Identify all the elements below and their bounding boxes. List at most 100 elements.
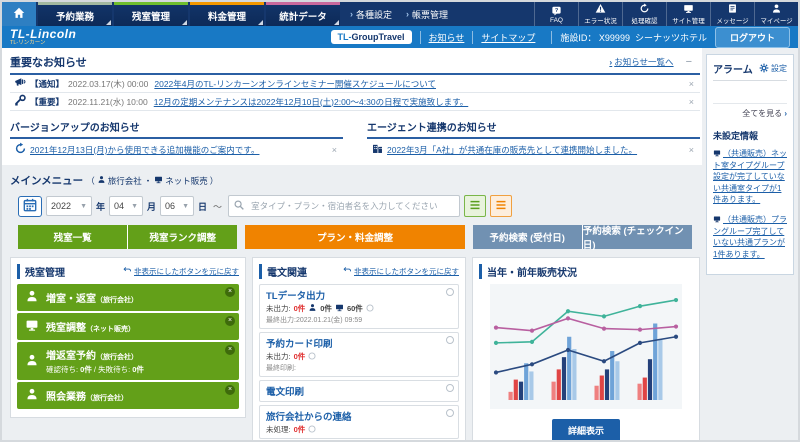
versionup-link[interactable]: 2021年12月13日(月)から使用できる追加機能のご案内です。 (30, 144, 259, 156)
year-select[interactable]: 2022 ▼ (46, 196, 92, 216)
person-icon (97, 175, 106, 186)
sitemap-link[interactable]: サイトマップ (472, 30, 543, 44)
facility-id-label: 施設ID： (560, 32, 597, 43)
telegram-item-last: 最終出力:2022.01.21(金) 09:59 (266, 317, 363, 324)
room-item-増室・返室[interactable]: 増室・返室（旅行会社） × (17, 284, 239, 311)
restore-hidden-link[interactable]: 非表示にしたボタンを元に戻す (343, 266, 459, 277)
room-item-body: 残室調整（ネット販売） (46, 319, 135, 334)
menu-button-残室一覧[interactable]: 残室一覧 (18, 225, 128, 249)
day-select[interactable]: 06 ▼ (160, 196, 195, 216)
utility-menu: ? FAQ エラー状況 処理確認 サイト管理 メッセージ マイページ (534, 2, 798, 26)
room-item-title: 増室・返室（旅行会社） (46, 290, 138, 305)
hide-button[interactable]: × (225, 316, 235, 326)
utility-monitor[interactable]: サイト管理 (666, 2, 710, 26)
list-view-orange-button[interactable] (490, 195, 513, 217)
nav-link-label: 各種設定 (356, 9, 393, 20)
close-icon[interactable]: × (689, 79, 694, 89)
app-window: 予約業務 残室管理 料金管理 統計データ › 各種設定 › 帳票管理 ? FAQ エラー状況 処理… (0, 0, 800, 442)
tab-label: 統計データ (279, 11, 327, 23)
close-icon[interactable]: × (689, 97, 694, 107)
hide-button[interactable] (446, 288, 454, 296)
tab-残室管理[interactable]: 残室管理 (114, 2, 188, 26)
search-input[interactable] (228, 195, 461, 217)
calendar-button[interactable] (18, 195, 42, 217)
utility-label: FAQ (549, 16, 563, 24)
room-item-残室調整[interactable]: 残室調整（ネット販売） × (17, 313, 239, 340)
agent-news-link[interactable]: 2022年3月「A社」が共通在庫の販売先として連携開始しました。 (387, 144, 637, 156)
tab-予約業務[interactable]: 予約業務 (38, 2, 112, 26)
telegram-item-TLデータ出力[interactable]: TLデータ出力 未出力: 0件 0件 60件 最終出力:2022.01.21(金) 09:… (259, 284, 459, 329)
fold-decoration (106, 20, 111, 25)
restore-hidden-link[interactable]: 非表示にしたボタンを元に戻す (123, 266, 239, 277)
notice-link[interactable]: 2022年4月のTL-リンカーンオンラインセミナー開催スケジュールについて (154, 78, 436, 90)
hide-button[interactable] (446, 409, 454, 417)
room-management-panel: 残室管理 非表示にしたボタンを元に戻す 増室・返室（旅行会社） × 残室調整（ネット… (10, 257, 246, 418)
unset-info-link[interactable]: （共通販売）プラングループ完了していない共通プランが1件あります。 (713, 214, 787, 260)
month-select[interactable]: 04 ▼ (109, 196, 144, 216)
badge-name: GroupTravel (351, 32, 405, 42)
home-button[interactable] (2, 2, 36, 26)
notice-row: 【通知】 2022.03.17(木) 00:00 2022年4月のTL-リンカーンオ… (10, 75, 700, 93)
telegram-item-電文印刷[interactable]: 電文印刷 (259, 380, 459, 402)
person-icon (25, 353, 39, 370)
tilde-separator: ～ (213, 201, 223, 212)
detail-button[interactable]: 詳細表示 (551, 419, 620, 440)
hide-button[interactable]: × (225, 345, 235, 355)
fold-decoration (182, 20, 187, 25)
hide-button[interactable] (446, 384, 454, 392)
nav-link-各種設定[interactable]: › 各種設定 (350, 8, 392, 21)
versionup-icon (10, 142, 30, 158)
telegram-item-旅行会社からの連絡[interactable]: 旅行会社からの連絡 未処理: 0件 (259, 405, 459, 439)
notice-link[interactable]: 12月の定期メンテナンスは2022年12月10日(土)2:00～4:30の日程で… (154, 96, 469, 108)
list-view-green-button[interactable] (464, 195, 487, 217)
room-item-sub: （旅行会社） (96, 354, 138, 361)
monitor-icon (683, 3, 694, 14)
utility-label: メッセージ (716, 18, 749, 25)
fold-decoration (334, 20, 339, 25)
close-icon[interactable]: × (332, 145, 337, 155)
warning-icon (595, 3, 606, 14)
badge-tl: TL- (337, 32, 352, 42)
notices-zone: 重要なお知らせ › お知らせ一覧へ − 【通知】 2022.03.17(木) 00:… (2, 48, 702, 165)
utility-refresh[interactable]: 処理確認 (622, 2, 666, 26)
room-item-増返室予約[interactable]: 増返室予約（旅行会社） 確認待ち: 0件 / 失敗待ち: 0件 × (17, 342, 239, 380)
room-item-照会業務[interactable]: 照会業務（旅行会社） × (17, 382, 239, 409)
info-icon (366, 303, 374, 314)
telegram-panel-title: 電文関連 (259, 264, 307, 279)
room-item-label: 増返室予約 (46, 351, 96, 362)
minimize-button[interactable]: − (686, 56, 692, 68)
hide-button[interactable]: × (225, 385, 235, 395)
home-icon (12, 6, 26, 23)
tab-統計データ[interactable]: 統計データ (266, 2, 340, 26)
hide-button[interactable] (446, 336, 454, 344)
sales-panel-title: 当年・前年販売状況 (479, 264, 577, 279)
utility-message[interactable]: メッセージ (710, 2, 754, 26)
room-item-title: 残室調整（ネット販売） (46, 319, 135, 334)
person-icon (25, 289, 39, 306)
telegram-item-予約カード印刷[interactable]: 予約カード印刷 未出力: 0件 最終印刷: (259, 332, 459, 377)
alarm-settings-link[interactable]: 設定 (759, 63, 787, 75)
nav-link-帳票管理[interactable]: › 帳票管理 (406, 8, 448, 21)
group-travel-badge[interactable]: TL-GroupTravel (330, 30, 412, 44)
notices-list-link[interactable]: › お知らせ一覧へ (609, 56, 673, 68)
tab-料金管理[interactable]: 料金管理 (190, 2, 264, 26)
news-link[interactable]: お知らせ (419, 30, 473, 44)
utility-person[interactable]: マイページ (754, 2, 798, 26)
chevron-right-icon: › (609, 57, 613, 67)
menu-button-予約検索 (受付日)[interactable]: 予約検索 (受付日) (472, 225, 582, 249)
unset-info-link[interactable]: （共通販売）ネット室タイプグループ設定が完了していない共通室タイプが1件あります… (713, 148, 787, 206)
logout-button[interactable]: ログアウト (714, 26, 790, 48)
sales-panel: 当年・前年販売状況 詳細表示 (472, 257, 700, 440)
see-all-link[interactable]: 全てを見る › (713, 103, 787, 119)
app-logo[interactable]: TL-Lincoln TL-リンカーン (10, 28, 76, 47)
room-item-label: 照会業務 (46, 392, 86, 403)
utility-warning[interactable]: エラー状況 (578, 2, 622, 26)
menu-button-予約検索 (チェックイン日)[interactable]: 予約検索 (チェックイン日) (581, 225, 692, 251)
menu-button-プラン・料金調整[interactable]: プラン・料金調整 (245, 225, 465, 249)
chevron-down-icon: ▼ (80, 202, 87, 210)
menu-button-残室ランク調整[interactable]: 残室ランク調整 (127, 225, 238, 249)
close-icon[interactable]: × (689, 145, 694, 155)
utility-faq[interactable]: ? FAQ (534, 2, 578, 26)
hide-button[interactable]: × (225, 287, 235, 297)
main-menu-buttons: 残室一覧 残室ランク調整 プラン・料金調整 予約検索 (受付日) 予約検索 (チェックイ… (18, 225, 692, 251)
